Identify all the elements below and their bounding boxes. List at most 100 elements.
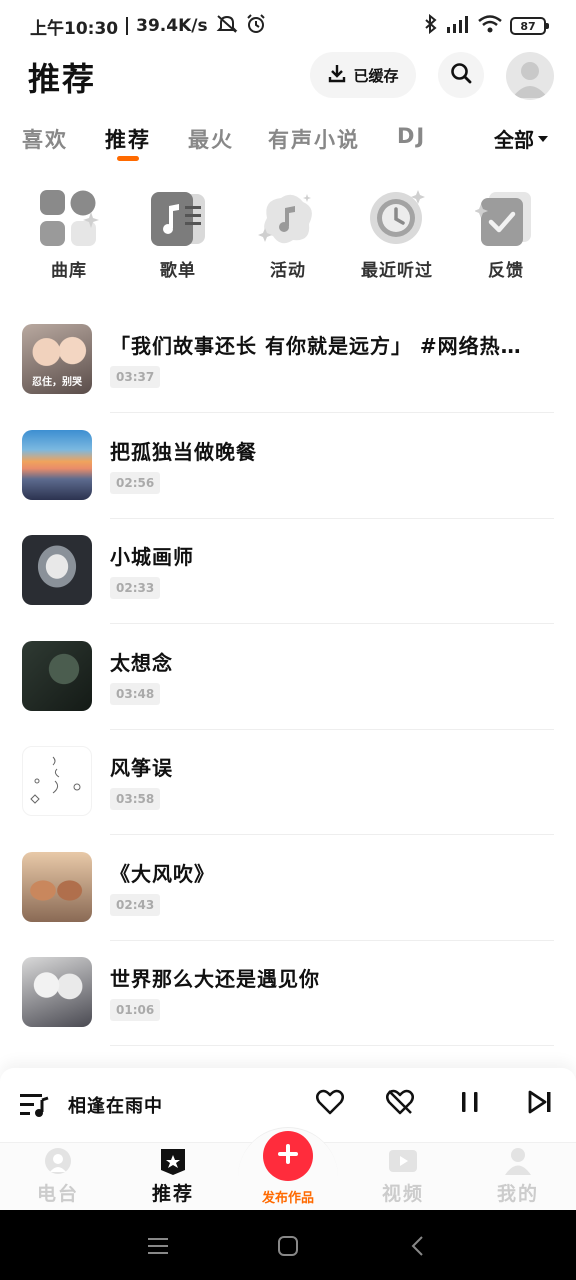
quick-action-label: 反馈 (488, 261, 524, 281)
song-title: 太想念 (110, 650, 173, 675)
tab-audio-novel[interactable]: 有声小说 (268, 124, 360, 154)
tab-recommend[interactable]: 推荐 (105, 124, 151, 154)
song-duration: 03:58 (110, 788, 161, 810)
song-title: 《大风吹》 (110, 861, 215, 886)
nav-radio[interactable]: 电台 (8, 1143, 108, 1211)
nav-video[interactable]: 视频 (353, 1143, 453, 1211)
nav-recommend[interactable]: 推荐 (123, 1143, 223, 1211)
song-title: 「我们故事还长 有你就是远方」 #网络热… (110, 334, 522, 358)
quick-action-label: 歌单 (160, 261, 196, 281)
quick-actions: 曲库 歌单 活动 最近听过 反馈 (0, 186, 576, 286)
row-divider (110, 517, 554, 519)
wifi-icon (478, 14, 502, 38)
battery-icon: 87 (510, 17, 549, 35)
song-title: 世界那么大还是遇见你 (110, 967, 320, 991)
quick-action-activity[interactable]: 活动 (238, 186, 338, 281)
row-divider (110, 834, 554, 835)
row-divider (110, 939, 554, 941)
publish-label: 发布作品 (261, 1191, 314, 1206)
list-item[interactable]: 风筝误 03:58 (0, 746, 576, 852)
recommend-icon (157, 1145, 189, 1177)
signal-icon (446, 15, 470, 38)
list-item[interactable]: 小城画师 02:33 (0, 535, 576, 641)
song-duration: 01:06 (110, 999, 161, 1021)
feedback-icon (473, 186, 539, 252)
song-duration: 03:37 (110, 366, 161, 388)
home-icon[interactable] (274, 1232, 302, 1260)
quick-action-label: 最近听过 (361, 261, 433, 281)
status-separator (126, 17, 129, 35)
tab-like[interactable]: 喜欢 (22, 124, 68, 154)
nav-label: 我的 (496, 1183, 539, 1205)
pause-icon (458, 1090, 482, 1118)
row-divider (110, 1045, 554, 1046)
list-item[interactable]: 把孤独当做晚餐 02:56 (0, 429, 576, 536)
quick-action-label: 活动 (270, 261, 306, 281)
quick-action-feedback[interactable]: 反馈 (456, 186, 556, 281)
bluetooth-icon (424, 13, 438, 39)
quick-action-library[interactable]: 曲库 (19, 186, 119, 281)
nav-label: 视频 (381, 1183, 424, 1205)
search-icon (450, 62, 472, 88)
now-playing-title: 相逢在雨中 (68, 1096, 163, 1117)
song-cover (22, 851, 92, 922)
like-button[interactable] (314, 1088, 346, 1120)
song-cover (22, 957, 92, 1027)
all-label: 全部 (494, 128, 534, 152)
page-title: 推荐 (28, 60, 97, 98)
category-tabs: 喜欢 推荐 最火 有声小说 DJ 全部 (0, 118, 576, 166)
list-item[interactable]: 《大风吹》 02:43 (0, 851, 576, 958)
row-divider (110, 728, 554, 730)
nav-label: 电台 (36, 1183, 79, 1205)
dislike-button[interactable] (384, 1088, 416, 1120)
header: 推荐 已缓存 (0, 52, 576, 100)
skip-next-icon (527, 1090, 553, 1118)
list-item[interactable]: 世界那么大还是遇见你 01:06 (0, 957, 576, 1063)
nav-mine[interactable]: 我的 (468, 1143, 568, 1211)
avatar[interactable] (506, 52, 554, 100)
search-button[interactable] (438, 52, 484, 98)
download-icon (327, 63, 347, 87)
status-time: 上午10:30 (30, 18, 119, 39)
next-button[interactable] (524, 1088, 556, 1120)
song-list: 忍住，别哭 「我们故事还长 有你就是远方」 #网络热… 03:37 把孤独当做晚… (0, 324, 576, 1063)
pause-button[interactable] (454, 1088, 486, 1120)
playlist-icon (145, 186, 211, 252)
cached-button[interactable]: 已缓存 (310, 52, 416, 98)
playlist-queue-icon[interactable] (20, 1092, 50, 1122)
back-icon[interactable] (404, 1232, 432, 1260)
tab-dj[interactable]: DJ (397, 124, 426, 148)
caret-down-icon (538, 135, 548, 142)
song-cover (22, 535, 92, 605)
song-title: 风筝误 (110, 756, 173, 780)
mute-icon (216, 14, 238, 39)
cover-caption: 忍住，别哭 (32, 377, 82, 388)
song-cover (22, 640, 92, 711)
radio-icon (42, 1145, 74, 1177)
alarm-icon (246, 13, 266, 39)
cached-label: 已缓存 (353, 66, 399, 85)
menu-icon[interactable] (144, 1232, 172, 1260)
row-divider (110, 412, 554, 413)
quick-action-playlist[interactable]: 歌单 (128, 186, 228, 281)
tab-hot[interactable]: 最火 (188, 124, 234, 154)
list-item[interactable]: 忍住，别哭 「我们故事还长 有你就是远方」 #网络热… 03:37 (0, 324, 576, 430)
status-bar: 上午10:30 39.4K/s 87 (0, 0, 576, 52)
status-network-speed: 39.4K/s (136, 16, 208, 36)
list-item[interactable]: 太想念 03:48 (0, 640, 576, 747)
song-cover: 忍住，别哭 (22, 324, 92, 394)
song-title: 小城画师 (110, 545, 194, 569)
song-duration: 02:33 (110, 577, 161, 599)
tab-active-indicator (117, 156, 139, 161)
publish-button[interactable] (263, 1131, 313, 1181)
song-duration: 02:56 (110, 471, 161, 494)
song-cover (22, 746, 92, 816)
broken-heart-icon (386, 1089, 414, 1119)
song-title: 把孤独当做晚餐 (110, 439, 257, 464)
all-categories-button[interactable]: 全部 (492, 124, 548, 153)
system-nav-bar (0, 1210, 576, 1280)
song-cover (22, 429, 92, 500)
quick-action-recent[interactable]: 最近听过 (347, 186, 447, 281)
song-duration: 02:43 (110, 893, 161, 916)
activity-icon (255, 186, 321, 252)
